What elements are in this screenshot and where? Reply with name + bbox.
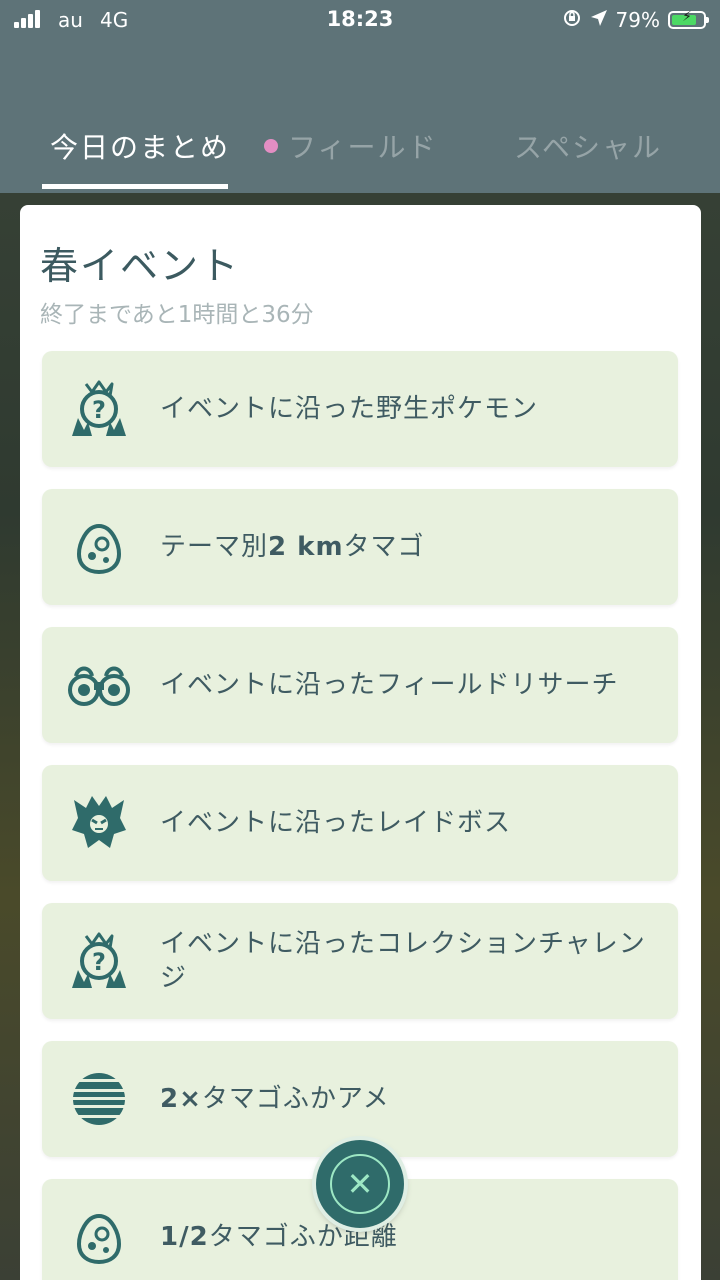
- egg-icon: [66, 514, 132, 580]
- bonus-text: テーマ別 2 km タマゴ: [160, 532, 425, 562]
- bonus-item[interactable]: イベントに沿ったレイドボス: [42, 765, 678, 881]
- close-button[interactable]: ✕: [316, 1140, 404, 1228]
- event-card: 春イベント 終了まであと1時間と36分 ? イベントに沿った野生ポケモン テーマ…: [20, 205, 701, 1280]
- close-icon: ✕: [330, 1154, 390, 1214]
- svg-text:?: ?: [92, 396, 106, 424]
- event-title: 春イベント: [40, 244, 241, 288]
- binoculars-icon: [66, 652, 132, 718]
- notification-dot: [264, 139, 278, 153]
- location-icon: [590, 9, 608, 32]
- battery-percent: 79%: [615, 8, 660, 32]
- collection-challenge-icon: ?: [66, 928, 132, 994]
- bonus-item[interactable]: テーマ別 2 km タマゴ: [42, 489, 678, 605]
- tab-special[interactable]: スペシャル: [514, 126, 662, 166]
- active-tab-indicator: [42, 184, 228, 189]
- battery-charging-icon: ⚡: [668, 9, 709, 29]
- status-right-group: 79% ⚡: [562, 7, 709, 33]
- bonus-text: イベントに沿ったレイドボス: [160, 808, 512, 838]
- bonus-text: 1/2 タマゴふか距離: [160, 1222, 398, 1252]
- top-header: au 4G 18:23 79% ⚡ 今日のまとめ フィールド スペシャル: [0, 0, 720, 193]
- raid-boss-icon: [66, 790, 132, 856]
- bonus-text: イベントに沿ったコレクションチャレンジ: [160, 929, 646, 993]
- bonus-text: イベントに沿ったフィールドリサーチ: [160, 670, 619, 700]
- bonus-item[interactable]: イベントに沿ったフィールドリサーチ: [42, 627, 678, 743]
- bonus-text: イベントに沿った野生ポケモン: [160, 394, 539, 424]
- bonus-item[interactable]: ? イベントに沿った野生ポケモン: [42, 351, 678, 467]
- tab-field[interactable]: フィールド: [264, 126, 437, 166]
- egg-icon: [66, 1204, 132, 1270]
- tab-field-label: フィールド: [288, 131, 438, 164]
- svg-text:?: ?: [92, 948, 106, 976]
- event-time-remaining: 終了まであと1時間と36分: [40, 302, 314, 328]
- tab-bar: 今日のまとめ フィールド スペシャル: [0, 112, 720, 193]
- bonus-text: 2× タマゴふかアメ: [160, 1084, 390, 1114]
- status-bar: au 4G 18:23 79% ⚡: [0, 0, 720, 40]
- rotation-lock-icon: [562, 8, 582, 33]
- incubator-candy-icon: [66, 1066, 132, 1132]
- wild-pokemon-icon: ?: [66, 376, 132, 442]
- bonus-item[interactable]: ? イベントに沿ったコレクションチャレンジ: [42, 903, 678, 1019]
- tab-today-summary[interactable]: 今日のまとめ: [50, 126, 230, 166]
